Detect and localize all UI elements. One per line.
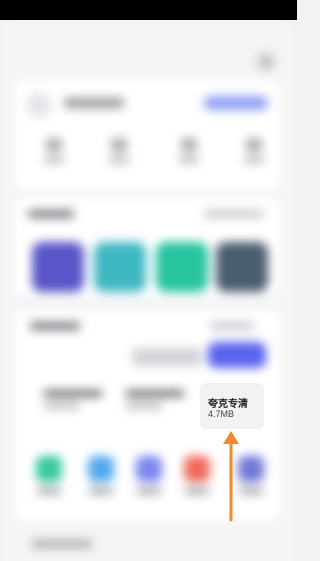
cleanup-panel: ✕ <box>2 20 292 561</box>
quark-cleaner-item[interactable]: 夸克专清 4.7MB <box>200 383 264 429</box>
feature-tile[interactable] <box>216 242 268 292</box>
shortcut-item[interactable] <box>244 138 264 163</box>
storage-card-title <box>30 322 80 330</box>
feature-tile[interactable] <box>32 242 84 292</box>
shortcut-item[interactable] <box>44 138 64 163</box>
user-card <box>14 80 280 190</box>
app-item[interactable] <box>134 456 164 500</box>
blurred-background-content: ✕ <box>2 20 292 561</box>
clean-button[interactable] <box>208 342 266 368</box>
bottom-section-title <box>32 540 92 548</box>
shortcut-item[interactable] <box>109 138 129 163</box>
app-item[interactable] <box>34 456 64 500</box>
storage-card-link[interactable] <box>210 322 254 330</box>
category-item[interactable] <box>126 390 184 420</box>
quark-cleaner-size: 4.7MB <box>208 409 235 419</box>
close-icon: ✕ <box>260 55 272 69</box>
feature-card <box>14 198 280 296</box>
member-badge[interactable] <box>204 96 268 110</box>
avatar[interactable] <box>26 92 52 118</box>
close-button[interactable]: ✕ <box>256 52 276 72</box>
arrow-up-icon <box>223 431 239 522</box>
status-bar <box>0 0 297 20</box>
category-item[interactable] <box>44 390 102 420</box>
feature-card-title <box>28 210 74 218</box>
app-item[interactable] <box>182 456 212 500</box>
feature-tile[interactable] <box>156 242 208 292</box>
user-name <box>64 98 124 108</box>
feature-card-link[interactable] <box>204 210 264 218</box>
feature-tile[interactable] <box>94 242 146 292</box>
quark-cleaner-name: 夸克专清 <box>208 399 248 410</box>
app-item[interactable] <box>86 456 116 500</box>
storage-subtext <box>132 348 202 366</box>
shortcut-item[interactable] <box>179 138 199 163</box>
storage-value <box>32 346 37 367</box>
